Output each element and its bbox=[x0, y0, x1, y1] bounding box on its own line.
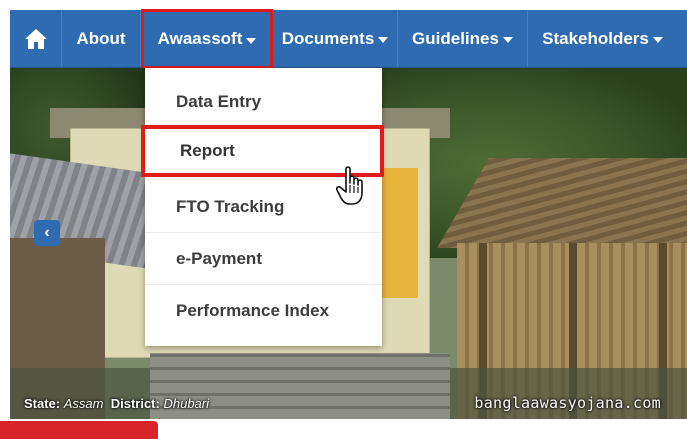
nav-about-label: About bbox=[76, 28, 126, 48]
nav-awaassoft[interactable]: Awaassoft bbox=[141, 9, 273, 69]
menu-item-label: Performance Index bbox=[176, 301, 330, 320]
watermark-text: banglaawasyojana.com bbox=[474, 394, 661, 412]
nav-documents-label: Documents bbox=[281, 28, 375, 48]
state-value: Assam bbox=[63, 396, 104, 411]
photo-caption: State: Assam District: Dhubari bbox=[24, 396, 209, 411]
caret-down-icon bbox=[246, 37, 257, 44]
nav-stakeholders[interactable]: Stakeholders bbox=[528, 10, 677, 67]
yellow-cloth bbox=[380, 168, 418, 298]
menu-item-label: Report bbox=[180, 141, 235, 160]
menu-item-label: e-Payment bbox=[176, 248, 262, 268]
caret-down-icon bbox=[652, 37, 663, 43]
nav-stakeholders-label: Stakeholders bbox=[542, 28, 649, 48]
home-icon bbox=[24, 28, 47, 49]
caret-down-icon bbox=[378, 37, 389, 43]
nav-about[interactable]: About bbox=[62, 10, 141, 67]
nav-home[interactable] bbox=[10, 10, 62, 67]
menu-item-label: FTO Tracking bbox=[176, 196, 285, 216]
chevron-left-icon: ‹ bbox=[44, 224, 50, 241]
awaassoft-dropdown-menu: Data Entry Report FTO Tracking e-Payment… bbox=[141, 68, 384, 346]
nav-guidelines-label: Guidelines bbox=[412, 28, 499, 48]
state-label: State: bbox=[24, 396, 61, 411]
slider-prev-button[interactable]: ‹ bbox=[34, 220, 60, 246]
district-label: District: bbox=[110, 396, 160, 411]
menu-item-data-entry[interactable]: Data Entry bbox=[145, 76, 382, 128]
main-navbar: About Awaassoft Documents Guidelines Sta… bbox=[10, 9, 687, 69]
caret-down-icon bbox=[502, 37, 513, 43]
nav-documents[interactable]: Documents bbox=[273, 10, 398, 67]
hand-pointer-icon bbox=[336, 166, 363, 205]
menu-item-label: Data Entry bbox=[176, 91, 262, 111]
nav-guidelines[interactable]: Guidelines bbox=[398, 10, 528, 67]
district-value: Dhubari bbox=[163, 396, 209, 411]
nav-awaassoft-label: Awaassoft bbox=[157, 29, 243, 48]
menu-item-e-payment[interactable]: e-Payment bbox=[145, 233, 382, 285]
bottom-red-tab[interactable] bbox=[0, 421, 158, 439]
menu-item-performance-index[interactable]: Performance Index bbox=[145, 285, 382, 337]
